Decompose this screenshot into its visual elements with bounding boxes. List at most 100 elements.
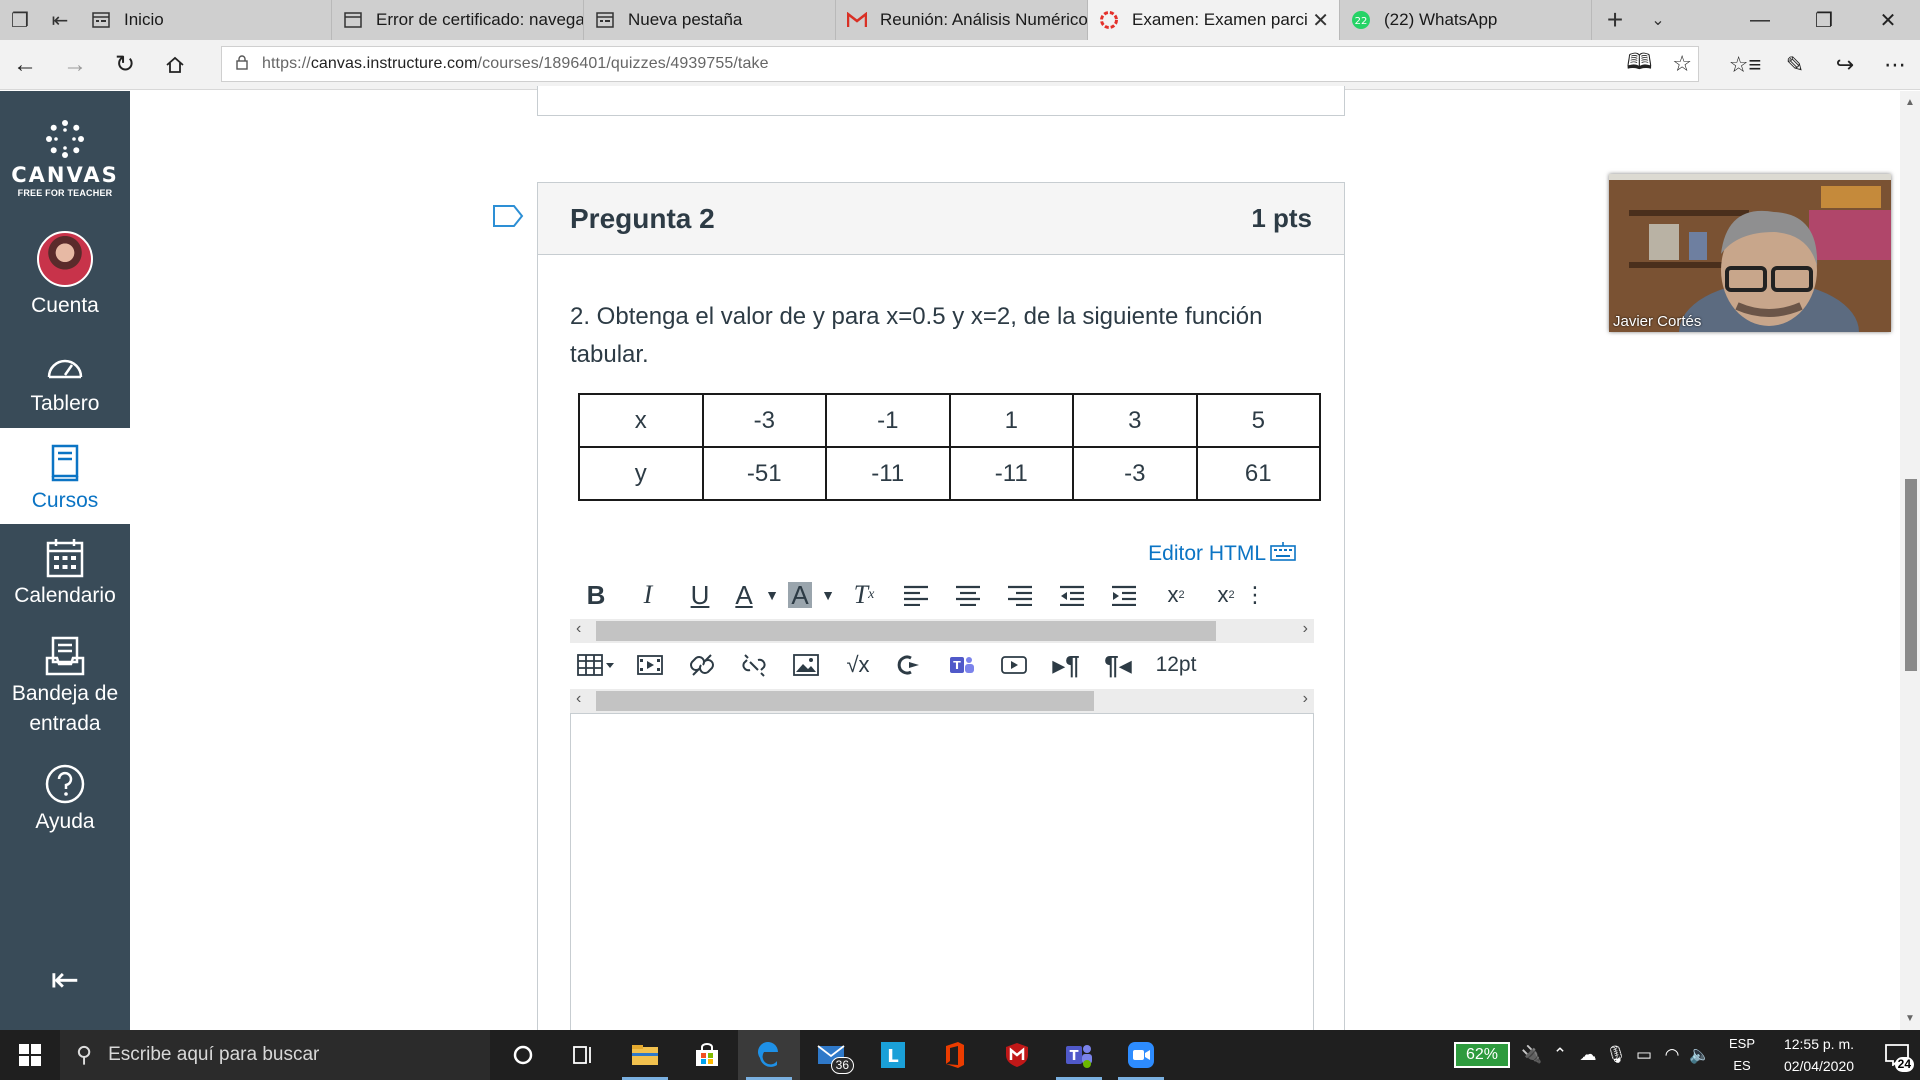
canvas-logo[interactable]: CANVAS FREE FOR TEACHER xyxy=(0,119,130,198)
table-icon[interactable] xyxy=(570,645,624,685)
unlink-icon[interactable] xyxy=(728,645,780,685)
clock[interactable]: 12:55 p. m. 02/04/2020 xyxy=(1764,1033,1874,1077)
tab-preview-icon[interactable]: ❐ xyxy=(0,0,40,40)
nav-item-cuenta[interactable]: Cuenta xyxy=(0,231,130,327)
tab-list-chevron-icon[interactable]: ⌄ xyxy=(1638,0,1678,40)
nav-item-cursos[interactable]: Cursos xyxy=(0,428,130,524)
volume-icon[interactable]: 🔈 xyxy=(1686,1045,1714,1065)
video-icon[interactable] xyxy=(988,645,1040,685)
taskbar-search[interactable]: ⚲ Escribe aquí para buscar xyxy=(60,1030,490,1080)
scroll-thumb[interactable] xyxy=(596,621,1216,641)
rtl-paragraph-icon[interactable]: ¶◂ xyxy=(1092,645,1144,685)
teams-icon[interactable]: T xyxy=(936,645,988,685)
task-view-icon[interactable] xyxy=(552,1030,614,1080)
tab-error-certificado[interactable]: Error de certificado: navega xyxy=(332,0,584,40)
chevron-down-icon[interactable]: ▼ xyxy=(818,575,838,615)
power-plug-icon[interactable]: 🔌 xyxy=(1518,1045,1546,1065)
more-options-icon[interactable]: ⋮ xyxy=(1244,575,1266,615)
image-icon[interactable] xyxy=(780,645,832,685)
nav-item-tablero[interactable]: Tablero xyxy=(0,345,130,441)
more-icon[interactable]: ⋯ xyxy=(1870,40,1920,90)
math-equation-icon[interactable]: √x xyxy=(832,645,884,685)
text-color-icon[interactable]: A xyxy=(726,575,762,615)
link-icon[interactable] xyxy=(676,645,728,685)
scroll-thumb[interactable] xyxy=(596,691,1094,711)
cortana-icon[interactable] xyxy=(494,1030,552,1080)
page-scroll-thumb[interactable] xyxy=(1905,479,1917,671)
nav-item-ayuda[interactable]: Ayuda xyxy=(0,763,130,859)
windows-start-icon[interactable] xyxy=(0,1030,60,1080)
reading-view-icon[interactable]: 🕮 xyxy=(1626,45,1652,83)
italic-icon[interactable]: I xyxy=(622,575,674,615)
refresh-icon[interactable]: ↻ xyxy=(100,40,150,90)
tab-whatsapp[interactable]: 22 (22) WhatsApp xyxy=(1340,0,1592,40)
show-hidden-icons-chevron-icon[interactable]: ⌃ xyxy=(1546,1045,1574,1065)
ltr-paragraph-icon[interactable]: ▸¶ xyxy=(1040,645,1092,685)
new-tab-button[interactable]: + xyxy=(1592,0,1638,40)
scroll-down-icon[interactable]: ▼ xyxy=(1905,1013,1915,1024)
microphone-icon[interactable]: 🎙 xyxy=(1602,1045,1630,1065)
html-editor-toggle[interactable]: Editor HTML xyxy=(1148,541,1296,567)
align-left-icon[interactable] xyxy=(890,575,942,615)
embed-icon[interactable] xyxy=(884,645,936,685)
lock-icon[interactable] xyxy=(222,54,262,74)
media-icon[interactable] xyxy=(624,645,676,685)
edge-icon[interactable] xyxy=(738,1030,800,1080)
tab-reunion[interactable]: Reunión: Análisis Numérico xyxy=(836,0,1088,40)
scroll-left-icon[interactable]: ‹ xyxy=(576,690,581,708)
bold-icon[interactable]: B xyxy=(570,575,622,615)
office-icon[interactable] xyxy=(924,1030,986,1080)
clear-formatting-icon[interactable]: Tx xyxy=(838,575,890,615)
scroll-right-icon[interactable]: › xyxy=(1303,690,1308,708)
background-color-icon[interactable]: A xyxy=(782,575,818,615)
favorites-list-icon[interactable]: ☆≡ xyxy=(1720,40,1770,90)
onedrive-cloud-icon[interactable]: ☁ xyxy=(1574,1045,1602,1065)
close-tab-icon[interactable]: ✕ xyxy=(1308,7,1329,33)
favorite-star-icon[interactable]: ☆ xyxy=(1672,51,1692,77)
flag-question-icon[interactable] xyxy=(492,204,524,228)
pen-icon[interactable]: ✎ xyxy=(1770,40,1820,90)
tab-examen[interactable]: Examen: Examen parcial ✕ xyxy=(1088,0,1340,40)
teams-taskbar-icon[interactable]: T xyxy=(1048,1030,1110,1080)
outdent-icon[interactable] xyxy=(1046,575,1098,615)
forward-arrow-icon[interactable]: → xyxy=(50,40,100,90)
tab-nueva-pestana[interactable]: Nueva pestaña xyxy=(584,0,836,40)
zoom-icon[interactable] xyxy=(1110,1030,1172,1080)
file-explorer-icon[interactable] xyxy=(614,1030,676,1080)
close-window-icon[interactable]: ✕ xyxy=(1856,0,1920,40)
restore-icon[interactable]: ❐ xyxy=(1792,0,1856,40)
scroll-left-icon[interactable]: ‹ xyxy=(576,620,581,638)
subscript-icon[interactable]: x2 xyxy=(1202,575,1250,615)
wifi-icon[interactable]: ◠ xyxy=(1658,1045,1686,1065)
indent-icon[interactable] xyxy=(1098,575,1150,615)
minimize-icon[interactable]: — xyxy=(1728,0,1792,40)
toolbar-scrollbar-1[interactable]: ‹ › xyxy=(570,619,1314,643)
mcafee-icon[interactable] xyxy=(986,1030,1048,1080)
lexis-app-icon[interactable]: L xyxy=(862,1030,924,1080)
toolbar-scrollbar-2[interactable]: ‹ › xyxy=(570,689,1314,713)
page-scrollbar[interactable]: ▲ ▼ xyxy=(1900,91,1920,1030)
battery-indicator[interactable]: 62% xyxy=(1453,1042,1510,1068)
answer-editor[interactable] xyxy=(570,713,1314,1053)
back-arrow-icon[interactable]: ← xyxy=(0,40,50,90)
align-center-icon[interactable] xyxy=(942,575,994,615)
font-size-select[interactable]: 12pt xyxy=(1144,645,1208,685)
battery-icon[interactable]: ▭ xyxy=(1630,1045,1658,1065)
scroll-up-icon[interactable]: ▲ xyxy=(1905,97,1915,108)
set-tabs-aside-icon[interactable]: ⇤ xyxy=(40,0,80,40)
underline-icon[interactable]: U xyxy=(674,575,726,615)
nav-item-bandeja[interactable]: Bandeja de entrada xyxy=(0,635,130,755)
action-center-icon[interactable]: 24 xyxy=(1874,1030,1920,1080)
nav-item-calendario[interactable]: Calendario xyxy=(0,537,130,633)
home-icon[interactable] xyxy=(150,40,200,90)
chevron-down-icon[interactable]: ▼ xyxy=(762,575,782,615)
collapse-nav-icon[interactable]: ⇤ xyxy=(0,960,130,1000)
mail-icon[interactable]: 36 xyxy=(800,1030,862,1080)
share-icon[interactable]: ↪ xyxy=(1820,40,1870,90)
address-bar[interactable]: https://canvas.instructure.com/courses/1… xyxy=(221,46,1699,82)
language-indicator[interactable]: ESP ES xyxy=(1720,1033,1764,1077)
tab-inicio[interactable]: Inicio xyxy=(80,0,332,40)
microsoft-store-icon[interactable] xyxy=(676,1030,738,1080)
video-call-thumbnail[interactable]: Javier Cortés xyxy=(1609,174,1891,332)
superscript-icon[interactable]: x2 xyxy=(1150,575,1202,615)
